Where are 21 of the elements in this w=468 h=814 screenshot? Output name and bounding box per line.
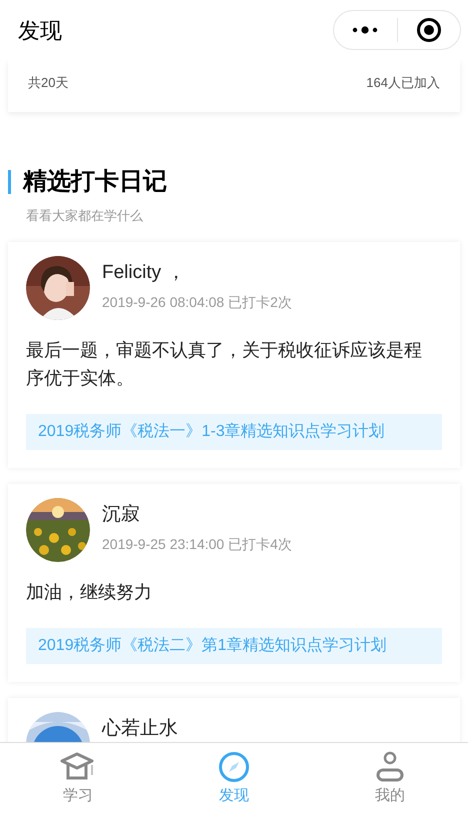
tab-label[interactable]: 学习 (63, 785, 93, 808)
joined-count: 164人已加入 (366, 74, 440, 92)
diary-card[interactable]: 心若止水 (8, 698, 460, 742)
plan-link[interactable]: 2019税务师《税法二》第1章精选知识点学习计划 (26, 628, 442, 664)
tab-label[interactable]: 发现 (219, 785, 249, 808)
diary-text: 加油，继续努力 (26, 580, 153, 604)
section-title: 精选打卡日记 (23, 167, 167, 197)
page-title: 发现 (18, 16, 62, 44)
plan-link[interactable]: 2019税务师《税法一》1-3章精选知识点学习计划 (26, 414, 442, 450)
duration-text: 共20天 (28, 74, 68, 92)
tab-label[interactable]: 我的 (375, 785, 405, 808)
section-subtitle: 看看大家都在学什么 (26, 207, 144, 225)
user-name: 心若止水 (102, 716, 178, 740)
user-name: Felicity ， (102, 260, 186, 284)
diary-card[interactable]: 沉寂 2019-9-25 23:14:00 已打卡4次 加油，继续努力 2019税务师《税法二》第1章精选知识点学习计划 (8, 484, 460, 682)
diary-card[interactable]: Felicity ， 2019-9-26 08:04:08 已打卡2次 最后一题，审题不认真了，关于税收征诉应该是程序优于实体。 2019税务师《税法一》1-3章精选知识点学习计划 (8, 242, 460, 468)
post-meta: 2019-9-26 08:04:08 已打卡2次 (102, 292, 292, 312)
plan-card[interactable]: 共20天 164人已加入 (8, 60, 460, 112)
diary-text: 最后一题，审题不认真了，关于税收征诉应该是程序优于实体。 (26, 338, 423, 390)
user-name: 沉寂 (102, 502, 141, 526)
post-meta: 2019-9-25 23:14:00 已打卡4次 (102, 534, 292, 554)
